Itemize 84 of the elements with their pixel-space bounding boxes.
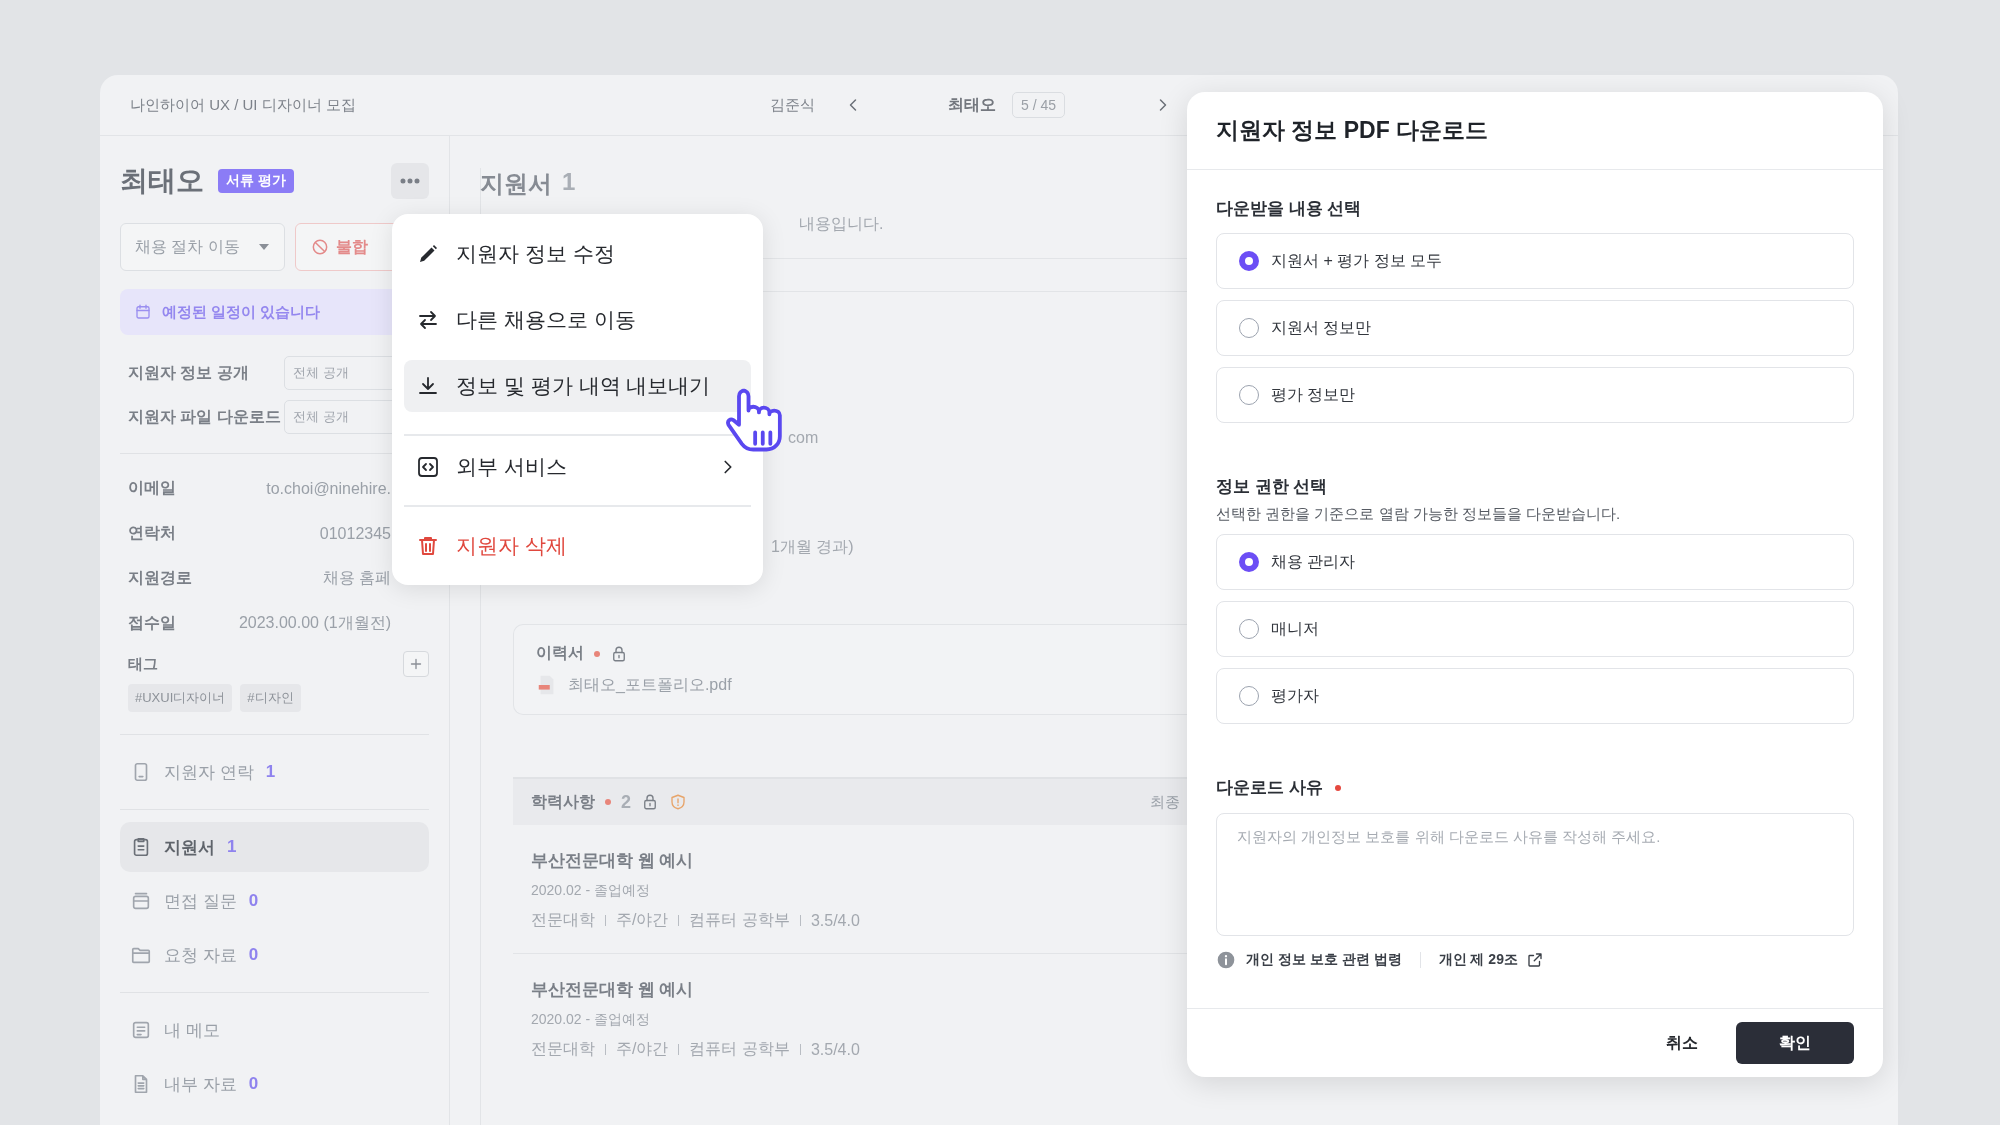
info-label: 연락처 [127, 523, 176, 543]
trash-icon [416, 534, 440, 558]
radio-option[interactable]: 매니저 [1216, 601, 1854, 657]
detail-text: 3.5/4.0 [810, 911, 860, 930]
radio-option[interactable]: 평가자 [1216, 668, 1854, 724]
menu-item[interactable]: 지원자 삭제 [404, 520, 751, 572]
school-name: 부산전문대학 웹 예시 [531, 979, 695, 1001]
breadcrumb-text[interactable]: 나인하이어 UX / UI 디자이너 모집 [130, 95, 770, 115]
info-value: to.choi@ninehire. [266, 479, 391, 498]
lock-icon [610, 644, 628, 663]
school-name: 부산전문대학 웹 예시 [531, 850, 695, 872]
email-text: com [788, 429, 819, 447]
radio-option[interactable]: 평가 정보만 [1216, 367, 1854, 423]
detail-text: 주/야간 [616, 910, 669, 930]
info-icon [1216, 950, 1236, 970]
swap-arrows-icon [416, 308, 440, 332]
sidebar-item[interactable]: 요청 자료 0 [120, 930, 429, 980]
info-value: 2023.00.00 (1개월전) [238, 613, 391, 633]
more-button[interactable] [391, 163, 429, 199]
sidebar-item[interactable]: 지원서 1 [120, 822, 429, 872]
sidebar-item[interactable]: 내부 자료 0 [120, 1059, 429, 1109]
period-text: 2020.02 - 졸업예정 [531, 882, 652, 900]
setting-label: 지원자 정보 공개 [127, 362, 250, 383]
radio-option[interactable]: 채용 관리자 [1216, 534, 1854, 590]
applicant-name-link[interactable]: 김준식 [770, 95, 815, 115]
period-text: 2020.02 - 졸업예정 [531, 1011, 652, 1029]
shield-alert-icon [669, 793, 687, 811]
resume-label: 이력서 [536, 643, 584, 663]
column-label: 최종 [1150, 792, 1180, 812]
more-icon [399, 178, 421, 184]
radio-option[interactable]: 지원서 + 평가 정보 모두 [1216, 233, 1854, 289]
section-title: 다운받을 내용 선택 [1216, 198, 1363, 220]
calendar-icon [134, 303, 152, 321]
section-count: 1 [562, 168, 576, 197]
detail-text: 전문대학 [531, 910, 595, 930]
section-title: 정보 권한 선택 [1216, 476, 1329, 498]
menu-item[interactable]: 외부 서비스 [404, 441, 751, 493]
section-title: 지원서 [480, 169, 552, 199]
add-tag-button[interactable] [403, 651, 429, 677]
stage-badge: 서류 평가 [218, 169, 294, 193]
info-label: 지원경로 [127, 568, 192, 588]
dialog-title: 지원자 정보 PDF 다운로드 [1187, 92, 1883, 170]
date-text: 1개월 경과) [771, 537, 854, 557]
external-link-icon [1525, 951, 1544, 969]
detail-text: 주/야간 [616, 1039, 669, 1059]
legal-note: 개인 정보 보호 관련 법령 [1246, 951, 1402, 969]
code-icon [416, 455, 440, 479]
stage-select[interactable]: 채용 절차 이동 [120, 223, 285, 271]
info-label: 이메일 [127, 478, 176, 498]
position-counter: 5 / 45 [1012, 92, 1066, 118]
info-value: 채용 홈페 [322, 568, 391, 588]
radio-button[interactable] [1239, 552, 1259, 572]
description-text: 내용입니다. [799, 214, 884, 234]
education-title: 학력사항 [531, 791, 595, 812]
setting-label: 지원자 파일 다운로드 [127, 406, 282, 427]
confirm-button[interactable]: 확인 [1736, 1022, 1854, 1064]
detail-text: 3.5/4.0 [810, 1040, 860, 1059]
sidebar-item[interactable]: 면접 질문 0 [120, 876, 429, 926]
info-value: 01012345 [319, 524, 391, 543]
sidebar-item[interactable]: 내 메모 [120, 1005, 429, 1055]
menu-item[interactable]: 정보 및 평가 내역 내보내기 [404, 360, 751, 412]
detail-text: 전문대학 [531, 1039, 595, 1059]
education-count: 2 [621, 791, 631, 813]
radio-option[interactable]: 지원서 정보만 [1216, 300, 1854, 356]
applicant-name: 최태오 [948, 94, 996, 115]
note-icon [130, 1019, 152, 1041]
detail-text: 컴퓨터 공학부 [689, 910, 790, 930]
caret-down-icon [257, 243, 270, 251]
applicant-name: 최태오 [120, 164, 204, 198]
law-link[interactable]: 개인 제 29조 [1438, 951, 1544, 969]
tag-chip[interactable]: #디자인 [240, 684, 301, 712]
file-link[interactable]: 최태오_포트폴리오.pdf [568, 674, 732, 696]
reason-field[interactable]: 지원자의 개인정보 보호를 위해 다운로드 사유를 작성해 주세요. [1216, 813, 1854, 936]
sidebar-item[interactable]: 지원자 연락 1 [120, 747, 429, 797]
info-label: 접수일 [127, 613, 176, 633]
radio-button[interactable] [1239, 251, 1259, 271]
cancel-button[interactable]: 취소 [1652, 1022, 1712, 1064]
tags-label: 태그 [127, 654, 158, 674]
section-description: 선택한 권한을 기준으로 열람 가능한 정보들을 다운받습니다. [1216, 504, 1622, 524]
lock-icon [641, 793, 659, 811]
tray-icon [130, 890, 152, 912]
field-label: 다운로드 사유 [1216, 777, 1323, 799]
detail-text: 컴퓨터 공학부 [689, 1039, 790, 1059]
tag-chip[interactable]: #UXUI디자이너 [128, 684, 233, 712]
